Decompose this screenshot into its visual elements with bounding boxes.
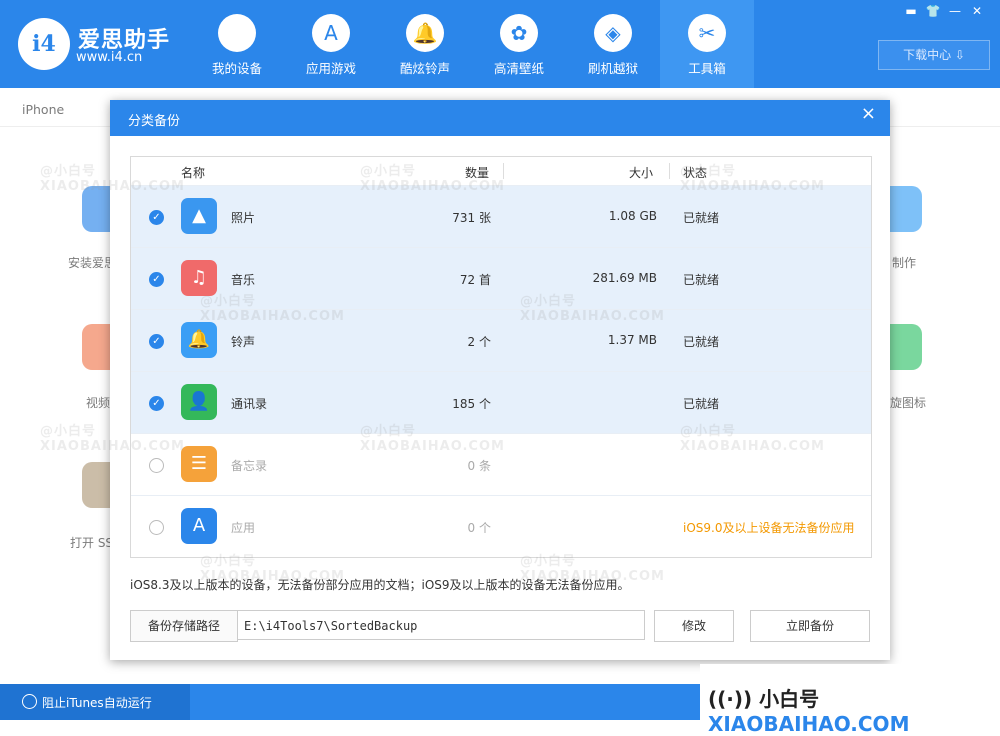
- row-qty: 0 条: [467, 459, 491, 473]
- row-size: 281.69 MB: [592, 271, 657, 285]
- table-row-ringtones[interactable]: ✓ 🔔 铃声 2 个 1.37 MB 已就绪: [131, 309, 871, 372]
- table-header: 名称 数量 大小 状态: [131, 157, 871, 185]
- column-status: 状态: [683, 166, 708, 180]
- column-divider: [669, 163, 670, 179]
- checkbox-unchecked[interactable]: [149, 520, 164, 535]
- appstore-icon: A: [181, 508, 217, 544]
- watermark-domain: XIAOBAIHAO.COM: [708, 712, 910, 736]
- watermark-prefix: ((·)) 小白号: [708, 687, 820, 711]
- modify-button[interactable]: 修改: [654, 610, 734, 642]
- row-qty: 2 个: [467, 335, 491, 349]
- dialog-title: 分类备份: [128, 114, 181, 129]
- nav-label: 刷机越狱: [587, 61, 638, 76]
- row-qty: 185 个: [452, 397, 491, 411]
- backup-table: 名称 数量 大小 状态 ✓ ▲ 照片 731 张 1.08 GB 已就绪 ✓ ♫…: [130, 156, 872, 558]
- column-name: 名称: [181, 166, 206, 180]
- row-qty: 0 个: [467, 521, 491, 535]
- nav-label: 应用游戏: [305, 61, 356, 76]
- row-qty: 731 张: [452, 211, 491, 225]
- column-divider: [503, 163, 504, 179]
- skin-icon[interactable]: 👕: [922, 4, 944, 18]
- backup-now-button[interactable]: 立即备份: [750, 610, 870, 642]
- column-qty: 数量: [465, 166, 490, 180]
- row-status: 已就绪: [683, 273, 720, 287]
- nav-my-device[interactable]: 我的设备: [190, 0, 284, 88]
- bell-icon: 🔔: [406, 14, 444, 52]
- table-row-apps[interactable]: A 应用 0 个 iOS9.0及以上设备无法备份应用: [131, 495, 871, 558]
- flower-icon: ✿: [500, 14, 538, 52]
- row-name: 音乐: [231, 273, 256, 287]
- i4-logo: i4: [18, 18, 70, 70]
- table-row-notes[interactable]: ☰ 备忘录 0 条: [131, 433, 871, 496]
- row-size: 1.08 GB: [608, 209, 657, 223]
- checkbox-checked[interactable]: ✓: [149, 334, 164, 349]
- bell-icon: 🔔: [181, 322, 217, 358]
- nav-flash-jailbreak[interactable]: ◈ 刷机越狱: [566, 0, 660, 88]
- box-icon: ◈: [594, 14, 632, 52]
- dialog-title-bar: 分类备份 ×: [110, 100, 890, 136]
- itunes-block-toggle[interactable]: [22, 694, 37, 709]
- table-row-photos[interactable]: ✓ ▲ 照片 731 张 1.08 GB 已就绪: [131, 185, 871, 248]
- row-qty: 72 首: [459, 273, 491, 287]
- row-status-warning: iOS9.0及以上设备无法备份应用: [683, 521, 855, 535]
- contacts-icon: 👤: [181, 384, 217, 420]
- categorized-backup-dialog: 分类备份 × 名称 数量 大小 状态 ✓ ▲ 照片 731 张 1.08 GB …: [110, 100, 890, 660]
- music-icon: ♫: [181, 260, 217, 296]
- nav-label: 高清壁纸: [493, 61, 544, 76]
- column-size: 大小: [629, 166, 654, 180]
- row-name: 应用: [231, 521, 256, 535]
- backup-note: iOS8.3及以上版本的设备，无法备份部分应用的文档；iOS9及以上版本的设备无…: [130, 578, 630, 592]
- download-center-button[interactable]: 下载中心 ⇩: [878, 40, 990, 70]
- appstore-icon: A: [312, 14, 350, 52]
- notes-icon: ☰: [181, 446, 217, 482]
- itunes-block-label: 阻止iTunes自动运行: [42, 696, 152, 710]
- minimize-icon[interactable]: —: [944, 4, 966, 18]
- apple-icon: [218, 14, 256, 52]
- nav-wallpapers[interactable]: ✿ 高清壁纸: [472, 0, 566, 88]
- row-name: 铃声: [231, 335, 256, 349]
- row-status: 已就绪: [683, 211, 720, 225]
- watermark-logo: ((·)) 小白号 XIAOBAIHAO.COM: [708, 683, 1000, 736]
- row-size: 1.37 MB: [607, 333, 657, 347]
- row-status: 已就绪: [683, 397, 720, 411]
- close-icon[interactable]: ×: [861, 103, 876, 124]
- tools-icon: ✂: [688, 14, 726, 52]
- brand-url: www.i4.cn: [76, 50, 143, 65]
- checkbox-checked[interactable]: ✓: [149, 210, 164, 225]
- checkbox-checked[interactable]: ✓: [149, 396, 164, 411]
- table-row-contacts[interactable]: ✓ 👤 通讯录 185 个 已就绪: [131, 371, 871, 434]
- nav-label: 酷炫铃声: [399, 61, 450, 76]
- nav-label: 工具箱: [688, 61, 726, 76]
- backup-path-label: 备份存储路径: [130, 610, 238, 642]
- window-controls: ▬ 👕 — ✕: [900, 4, 988, 18]
- nav-apps-games[interactable]: A 应用游戏: [284, 0, 378, 88]
- nav-ringtones[interactable]: 🔔 酷炫铃声: [378, 0, 472, 88]
- row-name: 备忘录: [231, 459, 268, 473]
- row-name: 通讯录: [231, 397, 268, 411]
- close-icon[interactable]: ✕: [966, 4, 988, 18]
- row-name: 照片: [231, 211, 256, 225]
- nav-label: 我的设备: [211, 61, 262, 76]
- checkbox-checked[interactable]: ✓: [149, 272, 164, 287]
- table-row-music[interactable]: ✓ ♫ 音乐 72 首 281.69 MB 已就绪: [131, 247, 871, 310]
- checkbox-unchecked[interactable]: [149, 458, 164, 473]
- menu-icon[interactable]: ▬: [900, 4, 922, 18]
- top-bar: i4 爱思助手 www.i4.cn 我的设备 A 应用游戏 🔔 酷炫铃声 ✿ 高…: [0, 0, 1000, 88]
- backup-path-field[interactable]: E:\i4Tools7\SortedBackup: [237, 610, 645, 640]
- row-status: 已就绪: [683, 335, 720, 349]
- photos-icon: ▲: [181, 198, 217, 234]
- nav-toolbox[interactable]: ✂ 工具箱: [660, 0, 754, 88]
